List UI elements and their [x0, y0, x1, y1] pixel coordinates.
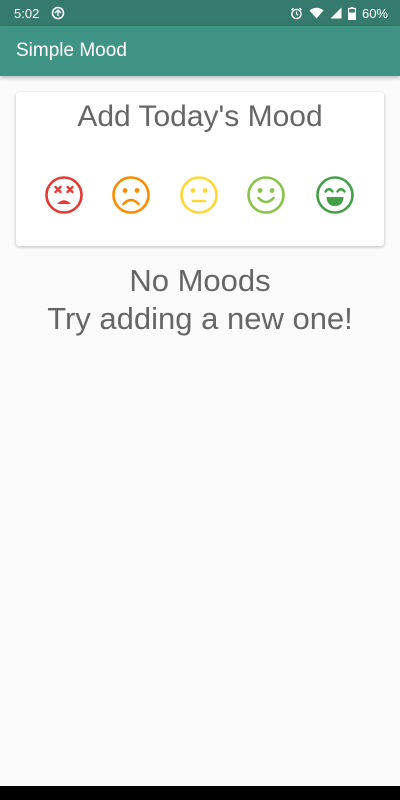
grin-face-icon [316, 176, 354, 214]
app-bar: Simple Mood [0, 26, 400, 76]
card-title: Add Today's Mood [77, 100, 323, 133]
navigation-bar [0, 786, 400, 800]
dead-face-icon [45, 176, 83, 214]
mood-button-neutral[interactable] [178, 174, 220, 216]
signal-icon [330, 7, 342, 19]
app-title: Simple Mood [16, 40, 127, 61]
mood-button-very-sad[interactable] [43, 174, 85, 216]
status-time: 5:02 [14, 5, 40, 21]
sync-icon [51, 6, 65, 20]
wifi-icon [309, 7, 324, 19]
empty-title: No Moods [129, 263, 271, 298]
battery-icon [348, 6, 356, 20]
battery-percent: 60% [361, 5, 388, 21]
neutral-face-icon [180, 176, 218, 214]
mood-selector [0, 174, 400, 216]
add-mood-card: Add Today's Mood [16, 92, 384, 246]
status-bar: 5:02 60% [0, 0, 400, 26]
mood-button-happy[interactable] [245, 174, 287, 216]
smile-face-icon [247, 176, 285, 214]
alarm-icon [290, 7, 303, 20]
mood-button-very-happy[interactable] [314, 174, 356, 216]
empty-subtitle: Try adding a new one! [47, 301, 353, 336]
mood-button-sad[interactable] [110, 174, 152, 216]
sad-face-icon [112, 176, 150, 214]
empty-state: No Moods Try adding a new one! [0, 262, 400, 338]
